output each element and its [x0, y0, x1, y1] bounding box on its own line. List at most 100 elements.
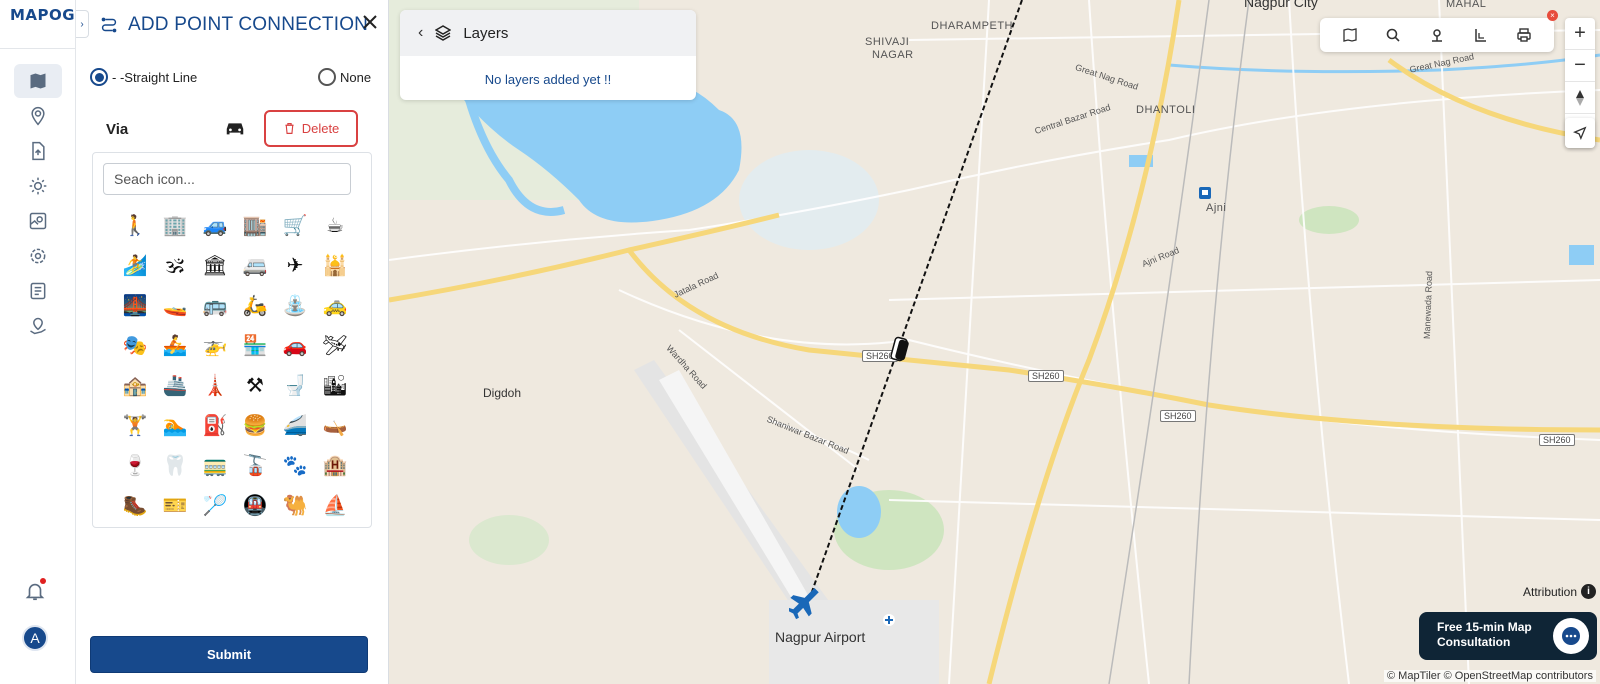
icon-option[interactable]: 🏛: [195, 245, 235, 285]
zoom-in-button[interactable]: +: [1565, 18, 1595, 50]
chat-button[interactable]: [1553, 618, 1589, 654]
icon-option[interactable]: ⚒: [235, 365, 275, 405]
delete-label: Delete: [301, 121, 340, 136]
marker-icon[interactable]: [1429, 27, 1445, 43]
rail-marker-button[interactable]: [14, 309, 62, 343]
icon-option[interactable]: 🚄: [275, 405, 315, 445]
navigation-arrow-icon: [1573, 126, 1587, 140]
close-toolbar-icon[interactable]: ×: [1547, 10, 1558, 21]
icon-option[interactable]: 🚽: [275, 365, 315, 405]
road-shield: SH260: [1028, 370, 1064, 382]
icon-option[interactable]: 🍔: [235, 405, 275, 445]
point-connection-panel: ADD POINT CONNECTION - -Straight Line No…: [76, 0, 389, 684]
rail-settings-button[interactable]: [14, 239, 62, 273]
icon-option[interactable]: 🏋: [115, 405, 155, 445]
icon-option[interactable]: 🕌: [315, 245, 355, 285]
search-icon[interactable]: [1385, 27, 1401, 43]
location-pin-icon: [31, 106, 45, 126]
icon-option[interactable]: 🐫: [275, 485, 315, 525]
consultation-button[interactable]: Free 15-min Map Consultation: [1419, 612, 1597, 660]
map-chart-icon: [29, 212, 47, 230]
print-icon[interactable]: [1516, 27, 1532, 43]
icon-search-input[interactable]: [103, 163, 351, 195]
compass-button[interactable]: [1565, 82, 1595, 114]
icon-option[interactable]: 🚕: [315, 285, 355, 325]
icon-option[interactable]: 🐾: [275, 445, 315, 485]
icon-option[interactable]: 🛶: [315, 405, 355, 445]
via-label: Via: [106, 121, 129, 138]
icon-option[interactable]: 🏙: [315, 365, 355, 405]
airplane-marker-icon[interactable]: [789, 588, 823, 622]
layers-header[interactable]: ‹ Layers: [400, 10, 696, 56]
icon-option[interactable]: 🚌: [195, 285, 235, 325]
icon-option[interactable]: 🥾: [115, 485, 155, 525]
rail-map-button[interactable]: [14, 64, 62, 98]
map-label-dharampeth: DHARAMPETH: [931, 20, 1014, 32]
icon-option[interactable]: 🚶: [115, 205, 155, 245]
close-icon[interactable]: [362, 14, 378, 30]
icon-option[interactable]: 🚣: [155, 325, 195, 365]
none-option[interactable]: None: [318, 68, 371, 86]
icon-option[interactable]: 🎭: [115, 325, 155, 365]
icon-option[interactable]: 🚤: [155, 285, 195, 325]
icon-option[interactable]: 🏪: [235, 325, 275, 365]
icon-option[interactable]: 🦷: [155, 445, 195, 485]
icon-option[interactable]: 🚢: [155, 365, 195, 405]
icon-option[interactable]: 🌉: [115, 285, 155, 325]
icon-option[interactable]: 🏨: [315, 445, 355, 485]
basemap-icon[interactable]: [1342, 27, 1358, 43]
icon-option[interactable]: 🛵: [235, 285, 275, 325]
straight-line-radio[interactable]: [90, 68, 108, 86]
icon-option[interactable]: 🕉: [155, 245, 195, 285]
map-label-digdoh: Digdoh: [483, 386, 522, 400]
icon-option[interactable]: ⛽: [195, 405, 235, 445]
chevron-left-icon[interactable]: ‹: [418, 24, 423, 42]
icon-option[interactable]: 🏸: [195, 485, 235, 525]
zoom-out-button[interactable]: −: [1565, 50, 1595, 82]
icon-option[interactable]: 🛒: [275, 205, 315, 245]
icon-option[interactable]: 🚃: [195, 445, 235, 485]
map-canvas[interactable]: Nagpur City DHARAMPETH SHIVAJI NAGAR DHA…: [389, 0, 1600, 684]
icon-option[interactable]: 🚗: [275, 325, 315, 365]
rail-analysis-button[interactable]: [14, 204, 62, 238]
icon-option[interactable]: 🏊: [155, 405, 195, 445]
icon-option[interactable]: 🚙: [195, 205, 235, 245]
icon-option[interactable]: ⛵: [315, 485, 355, 525]
road-shield: SH260: [1160, 410, 1196, 422]
attribution-label: Attribution: [1523, 584, 1578, 599]
info-icon[interactable]: i: [1581, 584, 1597, 599]
icon-option[interactable]: 🏢: [155, 205, 195, 245]
straight-line-option[interactable]: - -Straight Line: [90, 68, 197, 86]
icon-option[interactable]: ⛲: [275, 285, 315, 325]
icon-option[interactable]: 🎫: [155, 485, 195, 525]
icon-option[interactable]: 🚡: [235, 445, 275, 485]
collapse-toggle[interactable]: ›: [76, 10, 89, 38]
via-car-marker-icon[interactable]: [887, 336, 913, 364]
none-radio[interactable]: [318, 68, 336, 86]
measure-icon[interactable]: [1473, 27, 1489, 43]
icon-option[interactable]: 🚁: [195, 325, 235, 365]
icon-option[interactable]: 🛩: [315, 325, 355, 365]
map-label-dhantoli: DHANTOLI: [1136, 104, 1196, 116]
rail-gear-button[interactable]: [14, 169, 62, 203]
rail-upload-button[interactable]: [14, 134, 62, 168]
icon-option[interactable]: 🍷: [115, 445, 155, 485]
icon-option[interactable]: 🏄: [115, 245, 155, 285]
icon-option[interactable]: 🚇: [235, 485, 275, 525]
icon-option[interactable]: ✈: [275, 245, 315, 285]
icon-option[interactable]: ☕: [315, 205, 355, 245]
attribution[interactable]: Attribution i: [1523, 584, 1597, 599]
compass-icon: [1576, 89, 1584, 106]
rail-location-button[interactable]: [14, 99, 62, 133]
car-icon[interactable]: [224, 118, 246, 138]
rail-report-button[interactable]: [14, 274, 62, 308]
icon-option[interactable]: 🏬: [235, 205, 275, 245]
avatar[interactable]: A: [22, 625, 48, 651]
submit-button[interactable]: Submit: [90, 636, 368, 673]
mapog-logo[interactable]: MAPOG: [10, 6, 75, 24]
icon-option[interactable]: 🗼: [195, 365, 235, 405]
icon-option[interactable]: 🚐: [235, 245, 275, 285]
icon-option[interactable]: 🏤: [115, 365, 155, 405]
delete-button[interactable]: Delete: [264, 110, 358, 147]
locate-button[interactable]: [1565, 118, 1595, 148]
